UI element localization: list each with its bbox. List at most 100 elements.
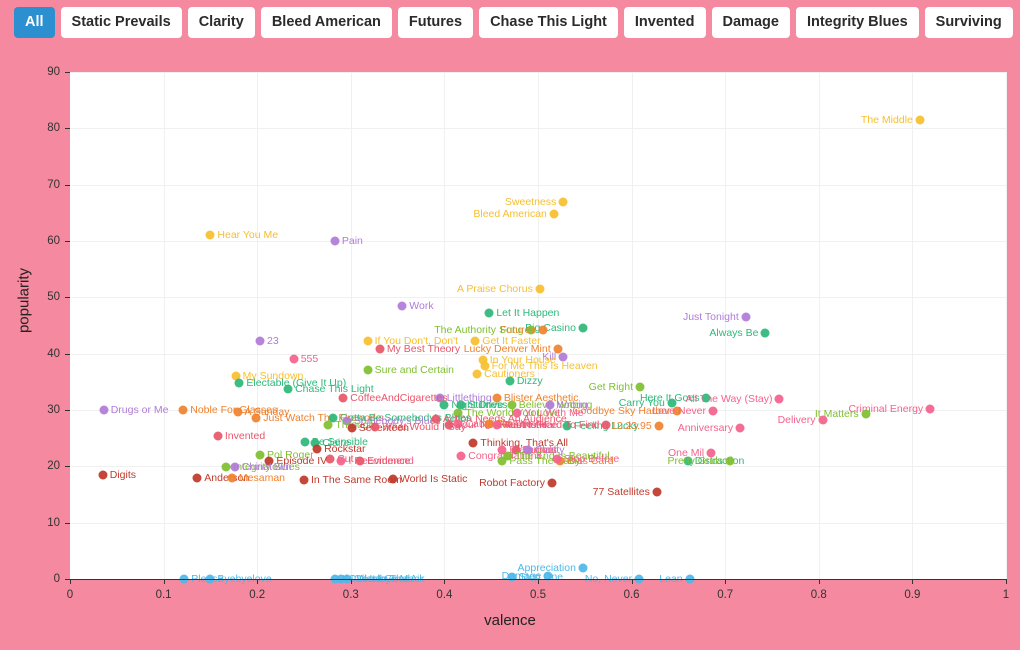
scatter-point[interactable] [205,230,215,240]
scatter-point[interactable] [388,474,398,484]
scatter-point-label: Pol Roger [267,448,314,461]
tab-all[interactable]: All [14,6,55,39]
scatter-point-label: My Best Theory [386,342,461,355]
scatter-point[interactable] [178,405,188,415]
scatter-point[interactable] [601,420,611,430]
y-tick-label: 40 [47,347,60,360]
scatter-point[interactable] [480,361,490,371]
scatter-point[interactable] [330,236,340,246]
scatter-point[interactable] [99,405,109,415]
tab-futures[interactable]: Futures [397,6,474,39]
scatter-point[interactable] [251,413,261,423]
scatter-point[interactable] [347,423,357,433]
scatter-point[interactable] [706,448,716,458]
scatter-point[interactable] [552,454,562,464]
scatter-point[interactable] [255,450,265,460]
scatter-point[interactable] [507,572,517,582]
scatter-point[interactable] [213,431,223,441]
scatter-point[interactable] [535,284,545,294]
scatter-point[interactable] [370,422,380,432]
scatter-point[interactable] [397,301,407,311]
scatter-point[interactable] [654,421,664,431]
scatter-point[interactable] [299,475,309,485]
scatter-point[interactable] [578,563,588,573]
tab-clarity[interactable]: Clarity [187,6,255,39]
scatter-point[interactable] [456,451,466,461]
scatter-point[interactable] [741,312,751,322]
scatter-point[interactable] [818,415,828,425]
scatter-point[interactable] [545,400,555,410]
tab-static-prevails[interactable]: Static Prevails [60,6,182,39]
scatter-point[interactable] [635,382,645,392]
scatter-point[interactable] [300,437,310,447]
scatter-point[interactable] [578,323,588,333]
scatter-point[interactable] [444,420,454,430]
scatter-point[interactable] [470,336,480,346]
scatter-point[interactable] [472,369,482,379]
scatter-point[interactable] [492,420,502,430]
scatter-point[interactable] [230,462,240,472]
scatter-point[interactable] [492,393,502,403]
tab-chase-this-light[interactable]: Chase This Light [479,6,618,39]
scatter-point[interactable] [484,308,494,318]
scatter-point[interactable] [915,115,925,125]
scatter-point[interactable] [861,409,871,419]
scatter-point[interactable] [283,384,293,394]
scatter-point-label: If You Don't, Don't [374,334,459,347]
scatter-point[interactable] [338,393,348,403]
scatter-point[interactable] [325,454,335,464]
scatter-point[interactable] [363,365,373,375]
scatter-point[interactable] [375,344,385,354]
y-tick-label: 0 [53,573,60,585]
tab-damage[interactable]: Damage [711,6,790,39]
scatter-point[interactable] [760,328,770,338]
scatter-point[interactable] [355,456,365,466]
scatter-point[interactable] [708,406,718,416]
scatter-point[interactable] [255,336,265,346]
scatter-point[interactable] [549,209,559,219]
scatter-point[interactable] [312,444,322,454]
scatter-point[interactable] [558,352,568,362]
scatter-point[interactable] [547,478,557,488]
scatter-point[interactable] [289,354,299,364]
scatter-point[interactable] [505,376,515,386]
scatter-point[interactable] [192,473,202,483]
scatter-point[interactable] [774,394,784,404]
scatter-point[interactable] [735,423,745,433]
scatter-point[interactable] [512,408,522,418]
tab-invented[interactable]: Invented [623,6,706,39]
scatter-point[interactable] [234,378,244,388]
tab-surviving[interactable]: Surviving [924,6,1013,39]
scatter-point[interactable] [233,407,243,417]
album-tab-bar: All Static Prevails Clarity Bleed American F… [0,0,1020,45]
scatter-point[interactable] [323,420,333,430]
scatter-point[interactable] [672,406,682,416]
scatter-point[interactable] [98,470,108,480]
scatter-point[interactable] [439,400,449,410]
scatter-point[interactable] [511,445,521,455]
scatter-point[interactable] [562,421,572,431]
scatter-point[interactable] [701,393,711,403]
scatter-point[interactable] [431,414,441,424]
tab-integrity-blues[interactable]: Integrity Blues [795,6,919,39]
scatter-point-label: Caught In The Air [465,417,547,430]
scatter-point[interactable] [538,325,548,335]
scatter-point[interactable] [497,456,507,466]
scatter-point[interactable] [363,336,373,346]
scatter-point-label: Pass The Baby [509,455,581,467]
scatter-point[interactable] [526,325,535,335]
x-tick-label: 0.2 [249,589,266,601]
scatter-point[interactable] [925,404,935,414]
scatter-point[interactable] [336,456,346,466]
scatter-point[interactable] [523,445,533,455]
scatter-point[interactable] [227,473,237,483]
scatter-point[interactable] [725,456,735,466]
scatter-point[interactable] [468,438,478,448]
scatter-point[interactable] [264,456,274,466]
scatter-point[interactable] [453,419,463,429]
tab-bleed-american[interactable]: Bleed American [260,6,392,39]
scatter-point[interactable] [683,456,693,466]
scatter-point[interactable] [558,197,568,207]
scatter-point[interactable] [453,408,463,418]
scatter-point[interactable] [652,487,662,497]
